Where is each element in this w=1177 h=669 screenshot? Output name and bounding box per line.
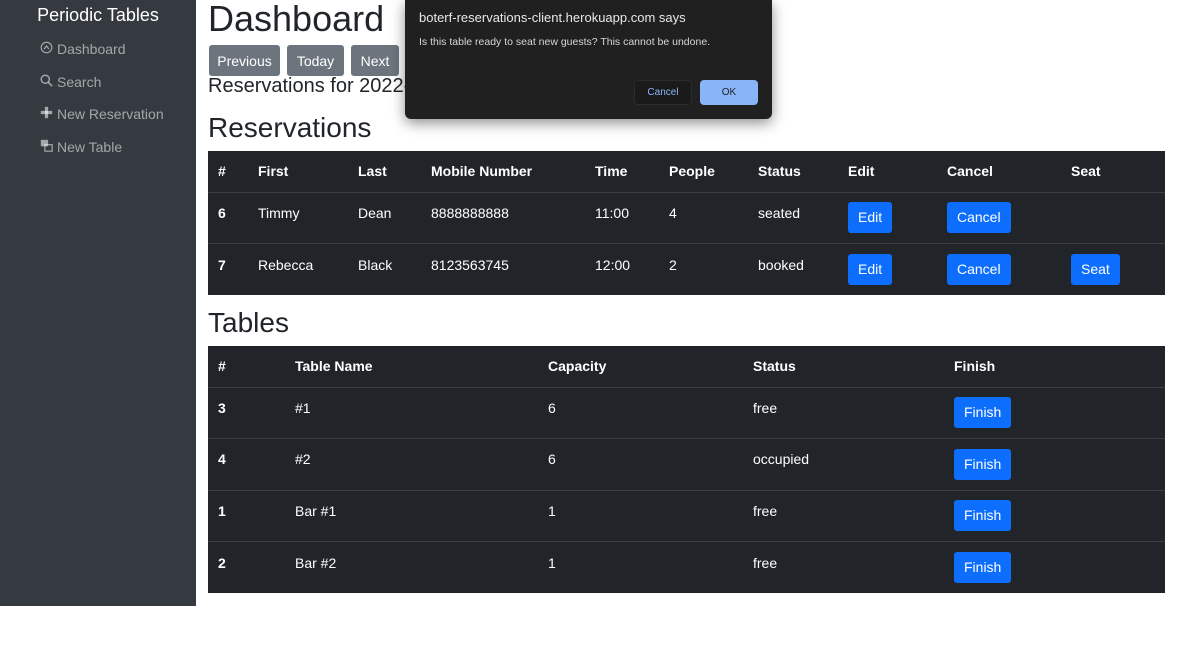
column-header: Edit [838,151,937,193]
table-row: 7 Rebecca Black 8123563745 12:00 2 booke… [208,244,1165,296]
confirm-dialog: boterf-reservations-client.herokuapp.com… [405,0,772,119]
sidebar-item-label: New Table [57,139,123,155]
table-capacity: 1 [548,502,556,519]
sidebar-item-label: New Reservation [57,106,164,122]
dashboard-icon [40,41,53,57]
table-capacity: 6 [548,399,556,416]
today-button[interactable]: Today [287,45,344,76]
table-status: free [753,554,778,571]
table-row: 3 #1 6 free Finish [208,387,1165,439]
reservation-id: 7 [218,256,226,273]
column-header: # [208,151,248,193]
brand-title[interactable]: Periodic Tables [0,5,196,26]
dialog-ok-button[interactable]: OK [700,80,758,105]
people-count: 2 [669,256,677,273]
sidebar: Periodic Tables Dashboard Search New Res… [0,0,196,606]
table-header-row: # First Last Mobile Number Time People S… [208,151,1165,193]
mobile-number: 8123563745 [431,256,509,273]
table-header-row: # Table Name Capacity Status Finish [208,346,1165,388]
dialog-message: Is this table ready to seat new guests? … [419,36,711,48]
first-name: Rebecca [258,256,314,273]
column-header: People [659,151,748,193]
column-header: First [248,151,348,193]
page-title: Dashboard [208,0,385,39]
table-capacity: 6 [548,451,556,468]
column-header: # [208,346,285,388]
reservation-status: booked [758,256,804,273]
search-icon [40,74,53,90]
next-button[interactable]: Next [351,45,399,76]
sidebar-item-search[interactable]: Search [40,74,101,90]
sidebar-item-new-reservation[interactable]: New Reservation [40,106,164,122]
sidebar-item-new-table[interactable]: New Table [40,139,122,155]
column-header: Finish [944,346,1165,388]
tables-heading: Tables [208,307,289,338]
reservation-status: seated [758,204,801,221]
column-header: Status [748,151,838,193]
dialog-cancel-button[interactable]: Cancel [634,80,692,105]
table-row: 2 Bar #2 1 free Finish [208,542,1165,594]
sidebar-item-label: Dashboard [57,41,126,57]
column-header: Time [585,151,659,193]
table-name: Bar #1 [295,502,337,519]
table-name: #1 [295,399,311,416]
table-status: occupied [753,451,810,468]
mobile-number: 8888888888 [431,204,509,221]
finish-button[interactable]: Finish [954,500,1012,532]
cancel-reservation-button[interactable]: Cancel [947,254,1011,285]
edit-button[interactable]: Edit [848,254,893,285]
finish-button[interactable]: Finish [954,552,1012,583]
edit-button[interactable]: Edit [848,202,893,234]
tables-table: # Table Name Capacity Status Finish 3 #1… [208,346,1165,593]
sidebar-item-dashboard[interactable]: Dashboard [40,41,126,57]
table-id: 1 [218,502,226,519]
plus-icon [40,106,53,122]
reservation-id: 6 [218,204,226,221]
cancel-reservation-button[interactable]: Cancel [947,202,1011,234]
table-row: 1 Bar #1 1 free Finish [208,490,1165,542]
column-header: Last [348,151,421,193]
table-name: Bar #2 [295,554,337,571]
finish-button[interactable]: Finish [954,448,1012,480]
reservations-heading: Reservations [208,112,372,143]
last-name: Black [358,256,393,273]
column-header: Mobile Number [421,151,585,193]
column-header: Status [743,346,944,388]
previous-button[interactable]: Previous [209,45,280,76]
reservations-table: # First Last Mobile Number Time People S… [208,151,1165,295]
table-row: 6 Timmy Dean 8888888888 11:00 4 seated E… [208,192,1165,244]
table-icon [40,139,53,155]
table-id: 4 [218,451,226,468]
table-id: 2 [218,554,226,571]
reservations-date-heading: Reservations for 2022- [208,75,411,97]
column-header: Capacity [538,346,743,388]
sidebar-item-label: Search [57,74,102,90]
first-name: Timmy [258,204,300,221]
reservation-time: 11:00 [595,204,629,221]
last-name: Dean [358,204,392,221]
finish-button[interactable]: Finish [954,397,1012,429]
people-count: 4 [669,204,677,221]
table-row: 4 #2 6 occupied Finish [208,438,1165,491]
table-status: free [753,399,778,416]
table-status: free [753,502,778,519]
reservation-time: 12:00 [595,256,631,273]
table-name: #2 [295,451,311,468]
seat-button[interactable]: Seat [1071,254,1120,285]
column-header: Cancel [937,151,1061,193]
column-header: Seat [1061,151,1165,193]
dialog-title: boterf-reservations-client.herokuapp.com… [419,10,686,25]
table-id: 3 [218,399,226,416]
table-capacity: 1 [548,554,556,571]
column-header: Table Name [285,346,538,388]
